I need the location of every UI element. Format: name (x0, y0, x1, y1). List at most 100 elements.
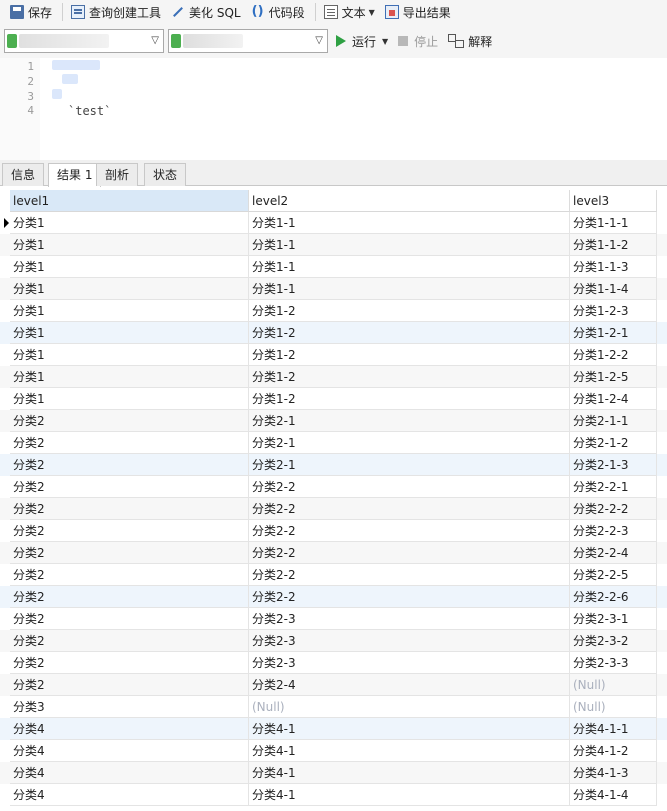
sql-editor[interactable]: 1 2 3 4 `test` (0, 58, 667, 160)
table-cell-level1[interactable]: 分类2 (10, 454, 249, 476)
table-cell-level2[interactable]: 分类2-2 (249, 586, 570, 608)
table-row[interactable]: 分类2 分类2-2 分类2-2-4 (0, 542, 667, 564)
table-cell-level3[interactable]: 分类2-1-2 (570, 432, 657, 454)
text-mode-button[interactable]: 文本 ▼ (320, 1, 379, 23)
table-cell-level1[interactable]: 分类1 (10, 256, 249, 278)
table-cell-level1[interactable]: 分类4 (10, 762, 249, 784)
table-cell-level2[interactable]: 分类2-3 (249, 630, 570, 652)
table-cell-level3[interactable]: 分类1-2-2 (570, 344, 657, 366)
table-cell-level1[interactable]: 分类2 (10, 498, 249, 520)
table-row[interactable]: 分类1 分类1-2 分类1-2-2 (0, 344, 667, 366)
table-cell-level3[interactable]: 分类2-3-1 (570, 608, 657, 630)
table-cell-level2[interactable]: 分类2-2 (249, 476, 570, 498)
table-cell-level1[interactable]: 分类2 (10, 520, 249, 542)
table-row[interactable]: 分类1 分类1-1 分类1-1-4 (0, 278, 667, 300)
column-header-level3[interactable]: level3 (570, 190, 657, 212)
table-cell-level3[interactable]: 分类4-1-4 (570, 784, 657, 806)
result-grid[interactable]: level1 level2 level3 分类1 分类1-1 分类1-1-1 分类1 分… (0, 190, 667, 811)
table-row[interactable]: 分类1 分类1-2 分类1-2-4 (0, 388, 667, 410)
table-row[interactable]: 分类2 分类2-1 分类2-1-1 (0, 410, 667, 432)
table-cell-level1[interactable]: 分类2 (10, 476, 249, 498)
table-cell-level1[interactable]: 分类2 (10, 542, 249, 564)
table-cell-level3[interactable]: 分类2-2-1 (570, 476, 657, 498)
table-row[interactable]: 分类2 分类2-1 分类2-1-3 (0, 454, 667, 476)
table-cell-level3[interactable]: 分类2-1-1 (570, 410, 657, 432)
database-select[interactable]: ▽ (168, 29, 328, 53)
tab-profile[interactable]: 剖析 (96, 163, 139, 186)
table-cell-level1[interactable]: 分类1 (10, 300, 249, 322)
table-cell-level1[interactable]: 分类1 (10, 366, 249, 388)
table-cell-level2[interactable]: 分类4-1 (249, 718, 570, 740)
table-cell-level3[interactable]: 分类1-2-5 (570, 366, 657, 388)
table-cell-level3[interactable]: 分类1-2-4 (570, 388, 657, 410)
table-cell-level2[interactable]: 分类1-2 (249, 388, 570, 410)
table-cell-level2[interactable]: 分类1-2 (249, 366, 570, 388)
table-cell-level2[interactable]: 分类1-2 (249, 300, 570, 322)
table-row[interactable]: 分类1 分类1-2 分类1-2-1 (0, 322, 667, 344)
table-cell-level2[interactable]: 分类4-1 (249, 784, 570, 806)
table-cell-level3[interactable]: 分类4-1-2 (570, 740, 657, 762)
table-row[interactable]: 分类1 分类1-2 分类1-2-5 (0, 366, 667, 388)
table-cell-level3[interactable]: 分类4-1-1 (570, 718, 657, 740)
table-cell-level2[interactable]: 分类2-2 (249, 498, 570, 520)
table-row[interactable]: 分类1 分类1-1 分类1-1-1 (0, 212, 667, 234)
column-header-level2[interactable]: level2 (249, 190, 570, 212)
table-cell-level1[interactable]: 分类2 (10, 608, 249, 630)
table-cell-level3[interactable]: 分类1-2-3 (570, 300, 657, 322)
table-cell-level2[interactable]: 分类2-2 (249, 564, 570, 586)
table-cell-level2[interactable]: 分类1-1 (249, 278, 570, 300)
table-cell-level2[interactable]: 分类2-2 (249, 542, 570, 564)
chevron-down-icon[interactable]: ▽ (315, 35, 323, 46)
table-cell-level2[interactable]: 分类2-1 (249, 432, 570, 454)
dropdown-arrow-icon[interactable]: ▼ (369, 8, 375, 17)
table-cell-level3[interactable]: 分类1-2-1 (570, 322, 657, 344)
tab-status[interactable]: 状态 (144, 163, 187, 186)
table-cell-level2[interactable]: 分类2-3 (249, 652, 570, 674)
stop-button[interactable]: 停止 (398, 33, 438, 50)
table-row[interactable]: 分类4 分类4-1 分类4-1-2 (0, 740, 667, 762)
table-row[interactable]: 分类2 分类2-1 分类2-1-2 (0, 432, 667, 454)
table-row[interactable]: 分类1 分类1-2 分类1-2-3 (0, 300, 667, 322)
beautify-sql-button[interactable]: 美化 SQL (167, 1, 245, 23)
table-cell-level2[interactable]: 分类1-2 (249, 322, 570, 344)
table-cell-level2[interactable]: 分类2-4 (249, 674, 570, 696)
export-results-button[interactable]: 导出结果 (381, 1, 455, 23)
table-cell-level2[interactable]: 分类4-1 (249, 762, 570, 784)
table-cell-level3[interactable]: 分类1-1-1 (570, 212, 657, 234)
table-row[interactable]: 分类2 分类2-4 (Null) (0, 674, 667, 696)
table-cell-level1[interactable]: 分类1 (10, 388, 249, 410)
run-button[interactable]: 运行 ▼ (336, 33, 388, 50)
table-row[interactable]: 分类2 分类2-3 分类2-3-2 (0, 630, 667, 652)
table-cell-level1[interactable]: 分类2 (10, 652, 249, 674)
table-cell-level1[interactable]: 分类3 (10, 696, 249, 718)
table-cell-level2[interactable]: 分类1-1 (249, 256, 570, 278)
table-cell-level2[interactable]: 分类2-1 (249, 410, 570, 432)
table-cell-level2[interactable]: 分类1-1 (249, 234, 570, 256)
table-cell-level3[interactable]: 分类1-1-2 (570, 234, 657, 256)
table-cell-level3[interactable]: 分类2-2-6 (570, 586, 657, 608)
table-row[interactable]: 分类4 分类4-1 分类4-1-1 (0, 718, 667, 740)
connection-select[interactable]: ▽ (4, 29, 164, 53)
table-cell-level1[interactable]: 分类2 (10, 410, 249, 432)
table-cell-level2[interactable]: 分类4-1 (249, 740, 570, 762)
table-cell-level1[interactable]: 分类4 (10, 718, 249, 740)
table-cell-level1[interactable]: 分类1 (10, 234, 249, 256)
table-row[interactable]: 分类2 分类2-2 分类2-2-5 (0, 564, 667, 586)
table-cell-level2[interactable]: 分类1-2 (249, 344, 570, 366)
table-cell-level1[interactable]: 分类1 (10, 212, 249, 234)
table-cell-level1[interactable]: 分类1 (10, 278, 249, 300)
table-cell-level1[interactable]: 分类2 (10, 432, 249, 454)
table-cell-level1[interactable]: 分类2 (10, 564, 249, 586)
tab-info[interactable]: 信息 (2, 163, 45, 186)
table-cell-level3[interactable]: 分类2-3-2 (570, 630, 657, 652)
save-button[interactable]: 保存 (6, 1, 56, 23)
table-cell-level2[interactable]: (Null) (249, 696, 570, 718)
table-cell-level3[interactable]: 分类2-2-5 (570, 564, 657, 586)
table-cell-level3[interactable]: (Null) (570, 696, 657, 718)
table-cell-level3[interactable]: (Null) (570, 674, 657, 696)
table-cell-level1[interactable]: 分类2 (10, 630, 249, 652)
explain-button[interactable]: 解释 (448, 33, 492, 50)
table-cell-level3[interactable]: 分类2-2-3 (570, 520, 657, 542)
table-cell-level3[interactable]: 分类2-1-3 (570, 454, 657, 476)
table-row[interactable]: 分类2 分类2-2 分类2-2-1 (0, 476, 667, 498)
